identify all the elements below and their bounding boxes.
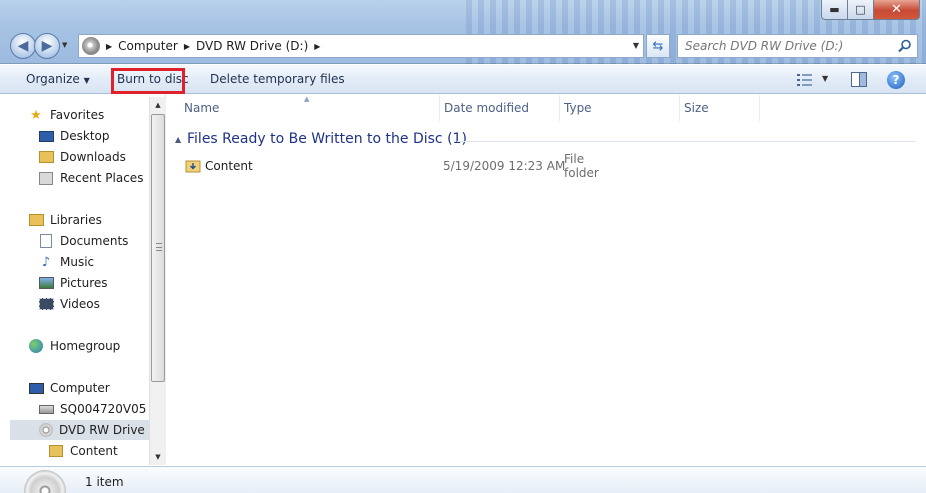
type-cell: File folder [564,152,599,180]
nav-recent-places[interactable]: Recent Places [38,168,143,188]
nav-label: Pictures [60,276,108,290]
view-dropdown-icon[interactable]: ▼ [822,74,828,83]
documents-icon [38,233,54,249]
nav-label: Downloads [60,150,126,164]
address-dropdown-icon[interactable]: ▼ [633,41,639,50]
nav-computer[interactable]: Computer [28,378,110,398]
nav-label: Computer [50,381,110,395]
change-view-icon[interactable] [797,73,813,87]
nav-label: Content [70,444,118,458]
minimize-button[interactable]: ▬ [821,0,848,20]
nav-label: Documents [60,234,129,248]
breadcrumb-arrow-icon[interactable]: ▶ [106,42,112,51]
search-icon[interactable] [898,39,912,53]
computer-icon [28,380,44,396]
chevron-down-icon: ▼ [83,76,90,85]
breadcrumb-computer[interactable]: Computer [118,39,178,53]
file-name-cell[interactable]: Content [185,159,253,173]
refresh-icon: ⇆ [652,38,664,54]
recent-places-icon [38,170,54,186]
preview-pane-icon[interactable] [851,72,867,87]
nav-documents[interactable]: Documents [38,231,128,251]
breadcrumb-arrow-icon[interactable]: ▶ [184,42,190,51]
nav-label: Music [60,255,95,269]
delete-temporary-files-button[interactable]: Delete temporary files [210,72,345,86]
organize-button[interactable]: Organize ▼ [26,72,90,86]
folder-icon [185,160,201,173]
title-bar: ▬ □ ✕ ◀ ▶ ▼ ▶ Computer ▶ DVD RW Drive (D… [0,0,926,64]
refresh-button[interactable]: ⇆ [646,34,670,58]
column-header-size[interactable]: Size [677,95,760,121]
forward-button[interactable]: ▶ [34,33,60,59]
details-pane: 1 item [0,466,926,493]
help-icon[interactable]: ? [887,71,905,89]
nav-drive-d[interactable]: DVD RW Drive (D:) [10,420,165,440]
file-list: ▲ Name Date modified Type Size ▲ Files R… [167,95,926,465]
scroll-up-icon[interactable]: ▲ [150,97,166,113]
nav-label: Desktop [60,129,110,143]
homegroup-icon [28,338,44,354]
nav-music[interactable]: ♪ Music [38,252,94,272]
close-button[interactable]: ✕ [874,0,920,20]
group-header[interactable]: Files Ready to Be Written to the Disc (1… [187,131,467,147]
scroll-down-icon[interactable]: ▼ [150,449,166,465]
nav-label: Homegroup [50,339,121,353]
desktop-icon [38,128,54,144]
nav-label: Videos [60,297,100,311]
nav-pictures[interactable]: Pictures [38,273,108,293]
group-collapse-icon[interactable]: ▲ [175,135,181,144]
videos-icon [38,296,54,312]
nav-desktop[interactable]: Desktop [38,126,110,146]
libraries-icon [28,212,44,228]
organize-label: Organize [26,72,80,86]
group-divider [457,141,916,142]
back-arrow-icon: ◀ [17,38,29,54]
date-modified-cell: 5/19/2009 12:23 AM [443,159,566,173]
back-button[interactable]: ◀ [10,33,36,59]
file-name: Content [205,159,253,173]
navigation-buttons: ◀ ▶ ▼ [10,33,72,59]
nav-label: Recent Places [60,171,144,185]
nav-libraries[interactable]: Libraries [28,210,102,230]
nav-favorites[interactable]: ★ Favorites [28,105,104,125]
column-header-type[interactable]: Type [557,95,680,121]
address-bar[interactable]: ▶ Computer ▶ DVD RW Drive (D:) ▶ ▼ [78,34,644,58]
item-count: 1 item [85,475,124,489]
breadcrumb-arrow-icon[interactable]: ▶ [314,42,320,51]
nav-content[interactable]: Content [48,441,118,461]
column-header-date[interactable]: Date modified [437,95,560,121]
recent-pages-dropdown-icon[interactable]: ▼ [62,41,72,51]
nav-drive-c[interactable]: SQ004720V05 (C:) [38,399,165,419]
drive-icon [82,37,100,55]
column-header-name[interactable]: Name [177,95,440,121]
star-icon: ★ [30,107,42,123]
nav-homegroup[interactable]: Homegroup [28,336,120,356]
folder-icon [48,443,64,459]
navigation-scrollbar[interactable]: ▲ ▼ [149,97,166,465]
burn-button-highlight [111,68,185,94]
grip-icon [156,243,162,251]
scrollbar-thumb[interactable] [151,114,165,382]
nav-videos[interactable]: Videos [38,294,100,314]
window-controls: ▬ □ ✕ [821,0,920,20]
search-input[interactable] [685,39,885,53]
hard-drive-icon [38,401,54,417]
nav-label: Libraries [50,213,102,227]
music-note-icon: ♪ [41,254,51,270]
maximize-button[interactable]: □ [848,0,874,20]
pictures-icon [38,275,54,291]
forward-arrow-icon: ▶ [41,38,53,54]
downloads-folder-icon [38,149,54,165]
dvd-drive-icon [38,422,54,438]
nav-downloads[interactable]: Downloads [38,147,126,167]
search-box[interactable] [677,34,918,58]
dvd-disc-icon [24,470,66,493]
breadcrumb-drive[interactable]: DVD RW Drive (D:) [196,39,308,53]
navigation-pane: ★ Favorites Desktop Downloads Recent Pla… [0,95,166,465]
nav-label: Favorites [50,108,105,122]
